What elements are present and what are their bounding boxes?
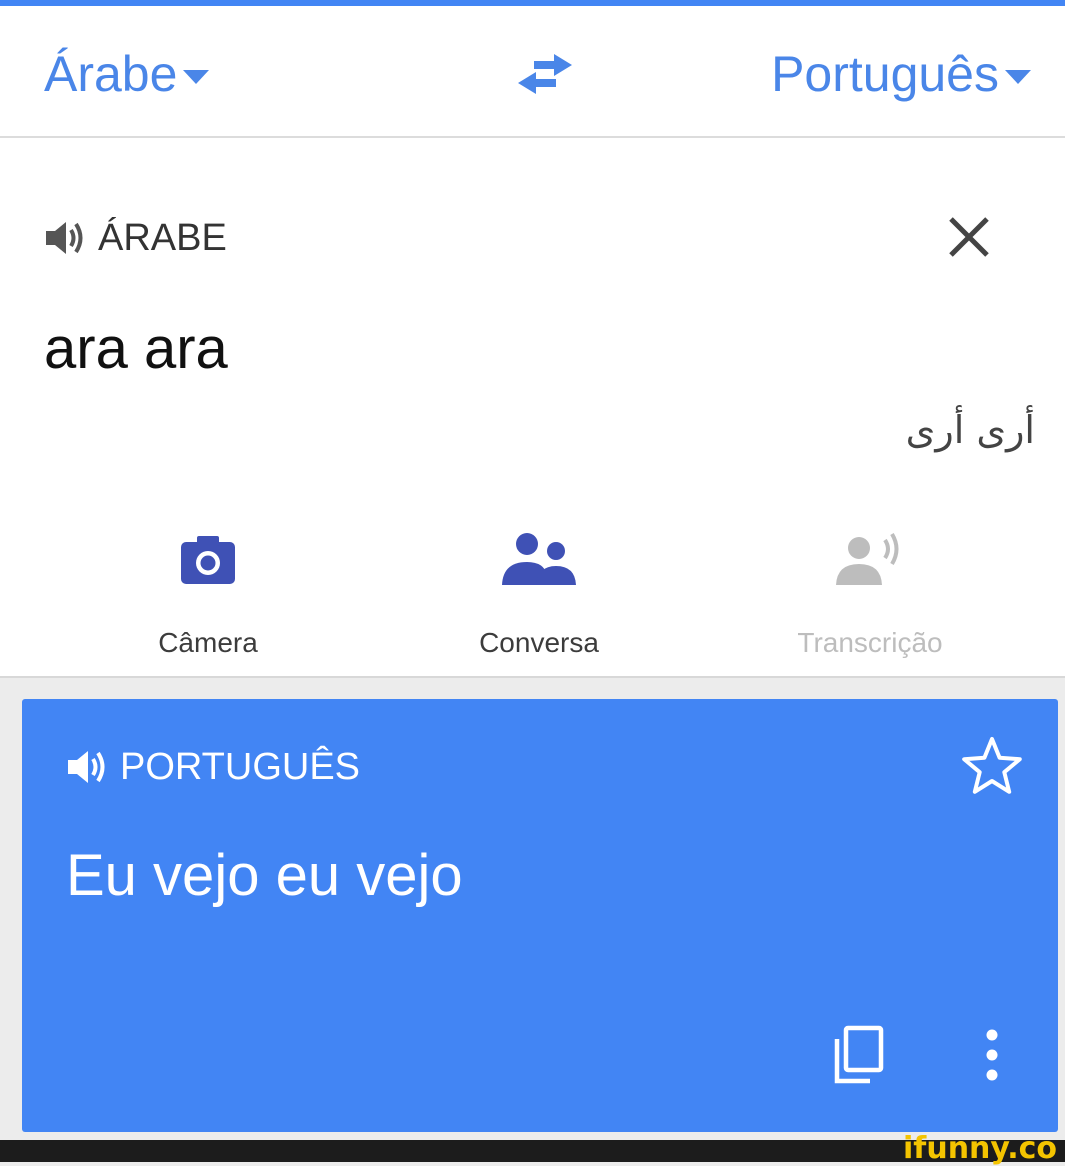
translated-text: Eu vejo eu vejo <box>66 843 463 908</box>
target-language-heading: PORTUGUÊS <box>66 745 360 789</box>
speaker-icon[interactable] <box>66 748 108 786</box>
star-icon[interactable] <box>962 735 1022 795</box>
camera-icon <box>181 536 235 584</box>
input-card: ÁRABE ara ara أرى أرى Câmera Conversa Tr… <box>0 138 1065 678</box>
language-bar: Árabe Português <box>0 6 1065 138</box>
close-icon[interactable] <box>946 214 992 260</box>
source-language-selector[interactable]: Árabe <box>44 44 211 104</box>
camera-label: Câmera <box>158 627 258 658</box>
caret-down-icon <box>1005 70 1031 84</box>
source-language-label: Árabe <box>44 46 178 102</box>
source-language-heading: ÁRABE <box>44 216 227 260</box>
watermark: ifunny.co <box>903 1131 1057 1166</box>
copy-icon[interactable] <box>832 1025 884 1085</box>
swap-languages-icon[interactable] <box>516 52 574 96</box>
conversation-label: Conversa <box>479 627 599 658</box>
target-language-caption: PORTUGUÊS <box>120 746 361 788</box>
conversation-button[interactable]: Conversa <box>419 516 659 658</box>
more-vert-icon[interactable] <box>980 1029 1004 1081</box>
caret-down-icon <box>183 70 210 84</box>
transcribe-icon <box>836 532 899 585</box>
source-text[interactable]: ara ara <box>44 314 228 384</box>
target-language-label: Português <box>771 46 999 102</box>
target-language-selector[interactable]: Português <box>771 44 1033 104</box>
speaker-icon[interactable] <box>44 219 86 257</box>
people-icon <box>502 533 576 585</box>
camera-button[interactable]: Câmera <box>88 516 328 658</box>
transcription-label: Transcrição <box>797 627 943 658</box>
transcription-button[interactable]: Transcrição <box>750 516 990 658</box>
translation-result-card: PORTUGUÊS Eu vejo eu vejo <box>22 699 1058 1132</box>
transliteration-text: أرى أرى <box>905 408 1035 452</box>
source-language-caption: ÁRABE <box>98 217 227 259</box>
